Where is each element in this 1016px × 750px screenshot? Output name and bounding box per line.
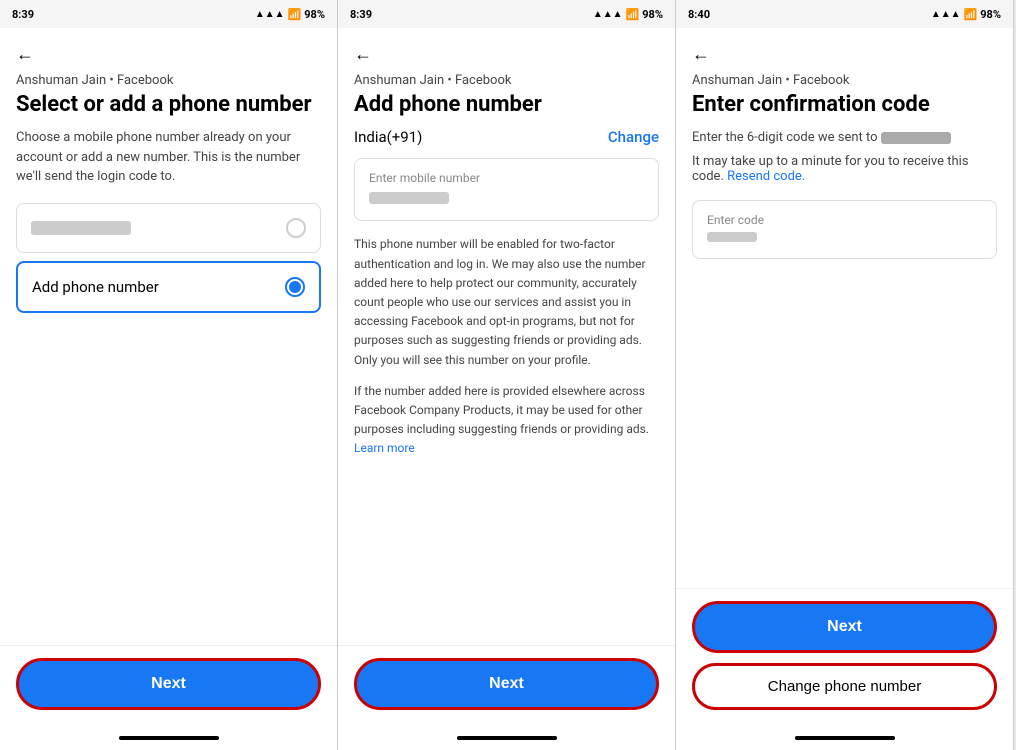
status-bar-1: 8:39 ▲▲▲ 📶 98% [0, 0, 337, 28]
status-time-1: 8:39 [12, 8, 34, 21]
status-icons-3: ▲▲▲ 📶 98% [931, 8, 1001, 21]
account-label-1: Anshuman Jain • Facebook [16, 73, 321, 88]
phone-number-blur-3 [881, 132, 951, 144]
screen-subtitle-1: Choose a mobile phone number already on … [16, 128, 321, 187]
status-bar-3: 8:40 ▲▲▲ 📶 98% [676, 0, 1013, 28]
phone-list-1: Add phone number [16, 203, 321, 313]
info-text-2: If the number added here is provided els… [354, 382, 659, 459]
nav-pill-3 [795, 736, 895, 740]
status-icons-2: ▲▲▲ 📶 98% [593, 8, 663, 21]
radio-inner-dot [289, 281, 301, 293]
mobile-input-label: Enter mobile number [369, 171, 644, 185]
account-label-2: Anshuman Jain • Facebook [354, 73, 659, 88]
battery-text-2: 98% [642, 8, 663, 21]
battery-text-3: 98% [980, 8, 1001, 21]
nav-bar-2 [338, 730, 675, 750]
change-country-link[interactable]: Change [608, 128, 659, 146]
info-text-2-content: If the number added here is provided els… [354, 384, 649, 436]
account-label-3: Anshuman Jain • Facebook [692, 73, 997, 88]
add-phone-label: Add phone number [32, 278, 159, 296]
content-area-1: ← Anshuman Jain • Facebook Select or add… [0, 28, 337, 645]
mobile-input-field[interactable]: Enter mobile number [354, 158, 659, 221]
resend-link[interactable]: Resend code. [727, 169, 805, 184]
next-button-1[interactable]: Next [16, 658, 321, 710]
country-label: India(+91) [354, 128, 422, 146]
next-button-3[interactable]: Next [692, 601, 997, 653]
nav-bar-1 [0, 730, 337, 750]
nav-pill-2 [457, 736, 557, 740]
back-button-3[interactable]: ← [692, 44, 710, 65]
status-bar-2: 8:39 ▲▲▲ 📶 98% [338, 0, 675, 28]
resend-text: It may take up to a minute for you to re… [692, 154, 997, 184]
add-phone-radio[interactable] [285, 277, 305, 297]
signal-icon-2: ▲▲▲ [593, 9, 623, 20]
battery-text-1: 98% [304, 8, 325, 21]
wifi-icon: 📶 [288, 8, 302, 21]
screen-title-1: Select or add a phone number [16, 92, 321, 118]
country-row: India(+91) Change [354, 128, 659, 146]
existing-phone-radio[interactable] [286, 218, 306, 238]
content-area-3: ← Anshuman Jain • Facebook Enter confirm… [676, 28, 1013, 588]
status-time-2: 8:39 [350, 8, 372, 21]
status-time-3: 8:40 [688, 8, 710, 21]
next-button-2[interactable]: Next [354, 658, 659, 710]
info-text-1: This phone number will be enabled for tw… [354, 235, 659, 369]
learn-more-link[interactable]: Learn more [354, 441, 415, 455]
content-area-2: ← Anshuman Jain • Facebook Add phone num… [338, 28, 675, 645]
back-button-2[interactable]: ← [354, 44, 372, 65]
code-input-label: Enter code [707, 213, 982, 227]
change-phone-button[interactable]: Change phone number [692, 663, 997, 710]
screen-title-2: Add phone number [354, 92, 659, 118]
add-phone-item[interactable]: Add phone number [16, 261, 321, 313]
bottom-area-1: Next [0, 645, 337, 730]
back-button-1[interactable]: ← [16, 44, 34, 65]
existing-phone-item[interactable] [16, 203, 321, 253]
code-blur [707, 232, 757, 242]
confirmation-subtitle: Enter the 6-digit code we sent to [692, 128, 997, 148]
existing-phone-blur [31, 221, 131, 235]
screen3: 8:40 ▲▲▲ 📶 98% ← Anshuman Jain • Faceboo… [676, 0, 1014, 750]
signal-icon: ▲▲▲ [255, 9, 285, 20]
screen2: 8:39 ▲▲▲ 📶 98% ← Anshuman Jain • Faceboo… [338, 0, 676, 750]
signal-icon-3: ▲▲▲ [931, 9, 961, 20]
screen-title-3: Enter confirmation code [692, 92, 997, 118]
wifi-icon-2: 📶 [626, 8, 640, 21]
bottom-area-2: Next [338, 645, 675, 730]
mobile-input-blur [369, 192, 449, 204]
nav-bar-3 [676, 730, 1013, 750]
code-input-field[interactable]: Enter code [692, 200, 997, 259]
screen1: 8:39 ▲▲▲ 📶 98% ← Anshuman Jain • Faceboo… [0, 0, 338, 750]
wifi-icon-3: 📶 [964, 8, 978, 21]
bottom-area-3: Next Change phone number [676, 588, 1013, 730]
subtitle-prefix: Enter the 6-digit code we sent to [692, 130, 878, 145]
status-icons-1: ▲▲▲ 📶 98% [255, 8, 325, 21]
nav-pill-1 [119, 736, 219, 740]
